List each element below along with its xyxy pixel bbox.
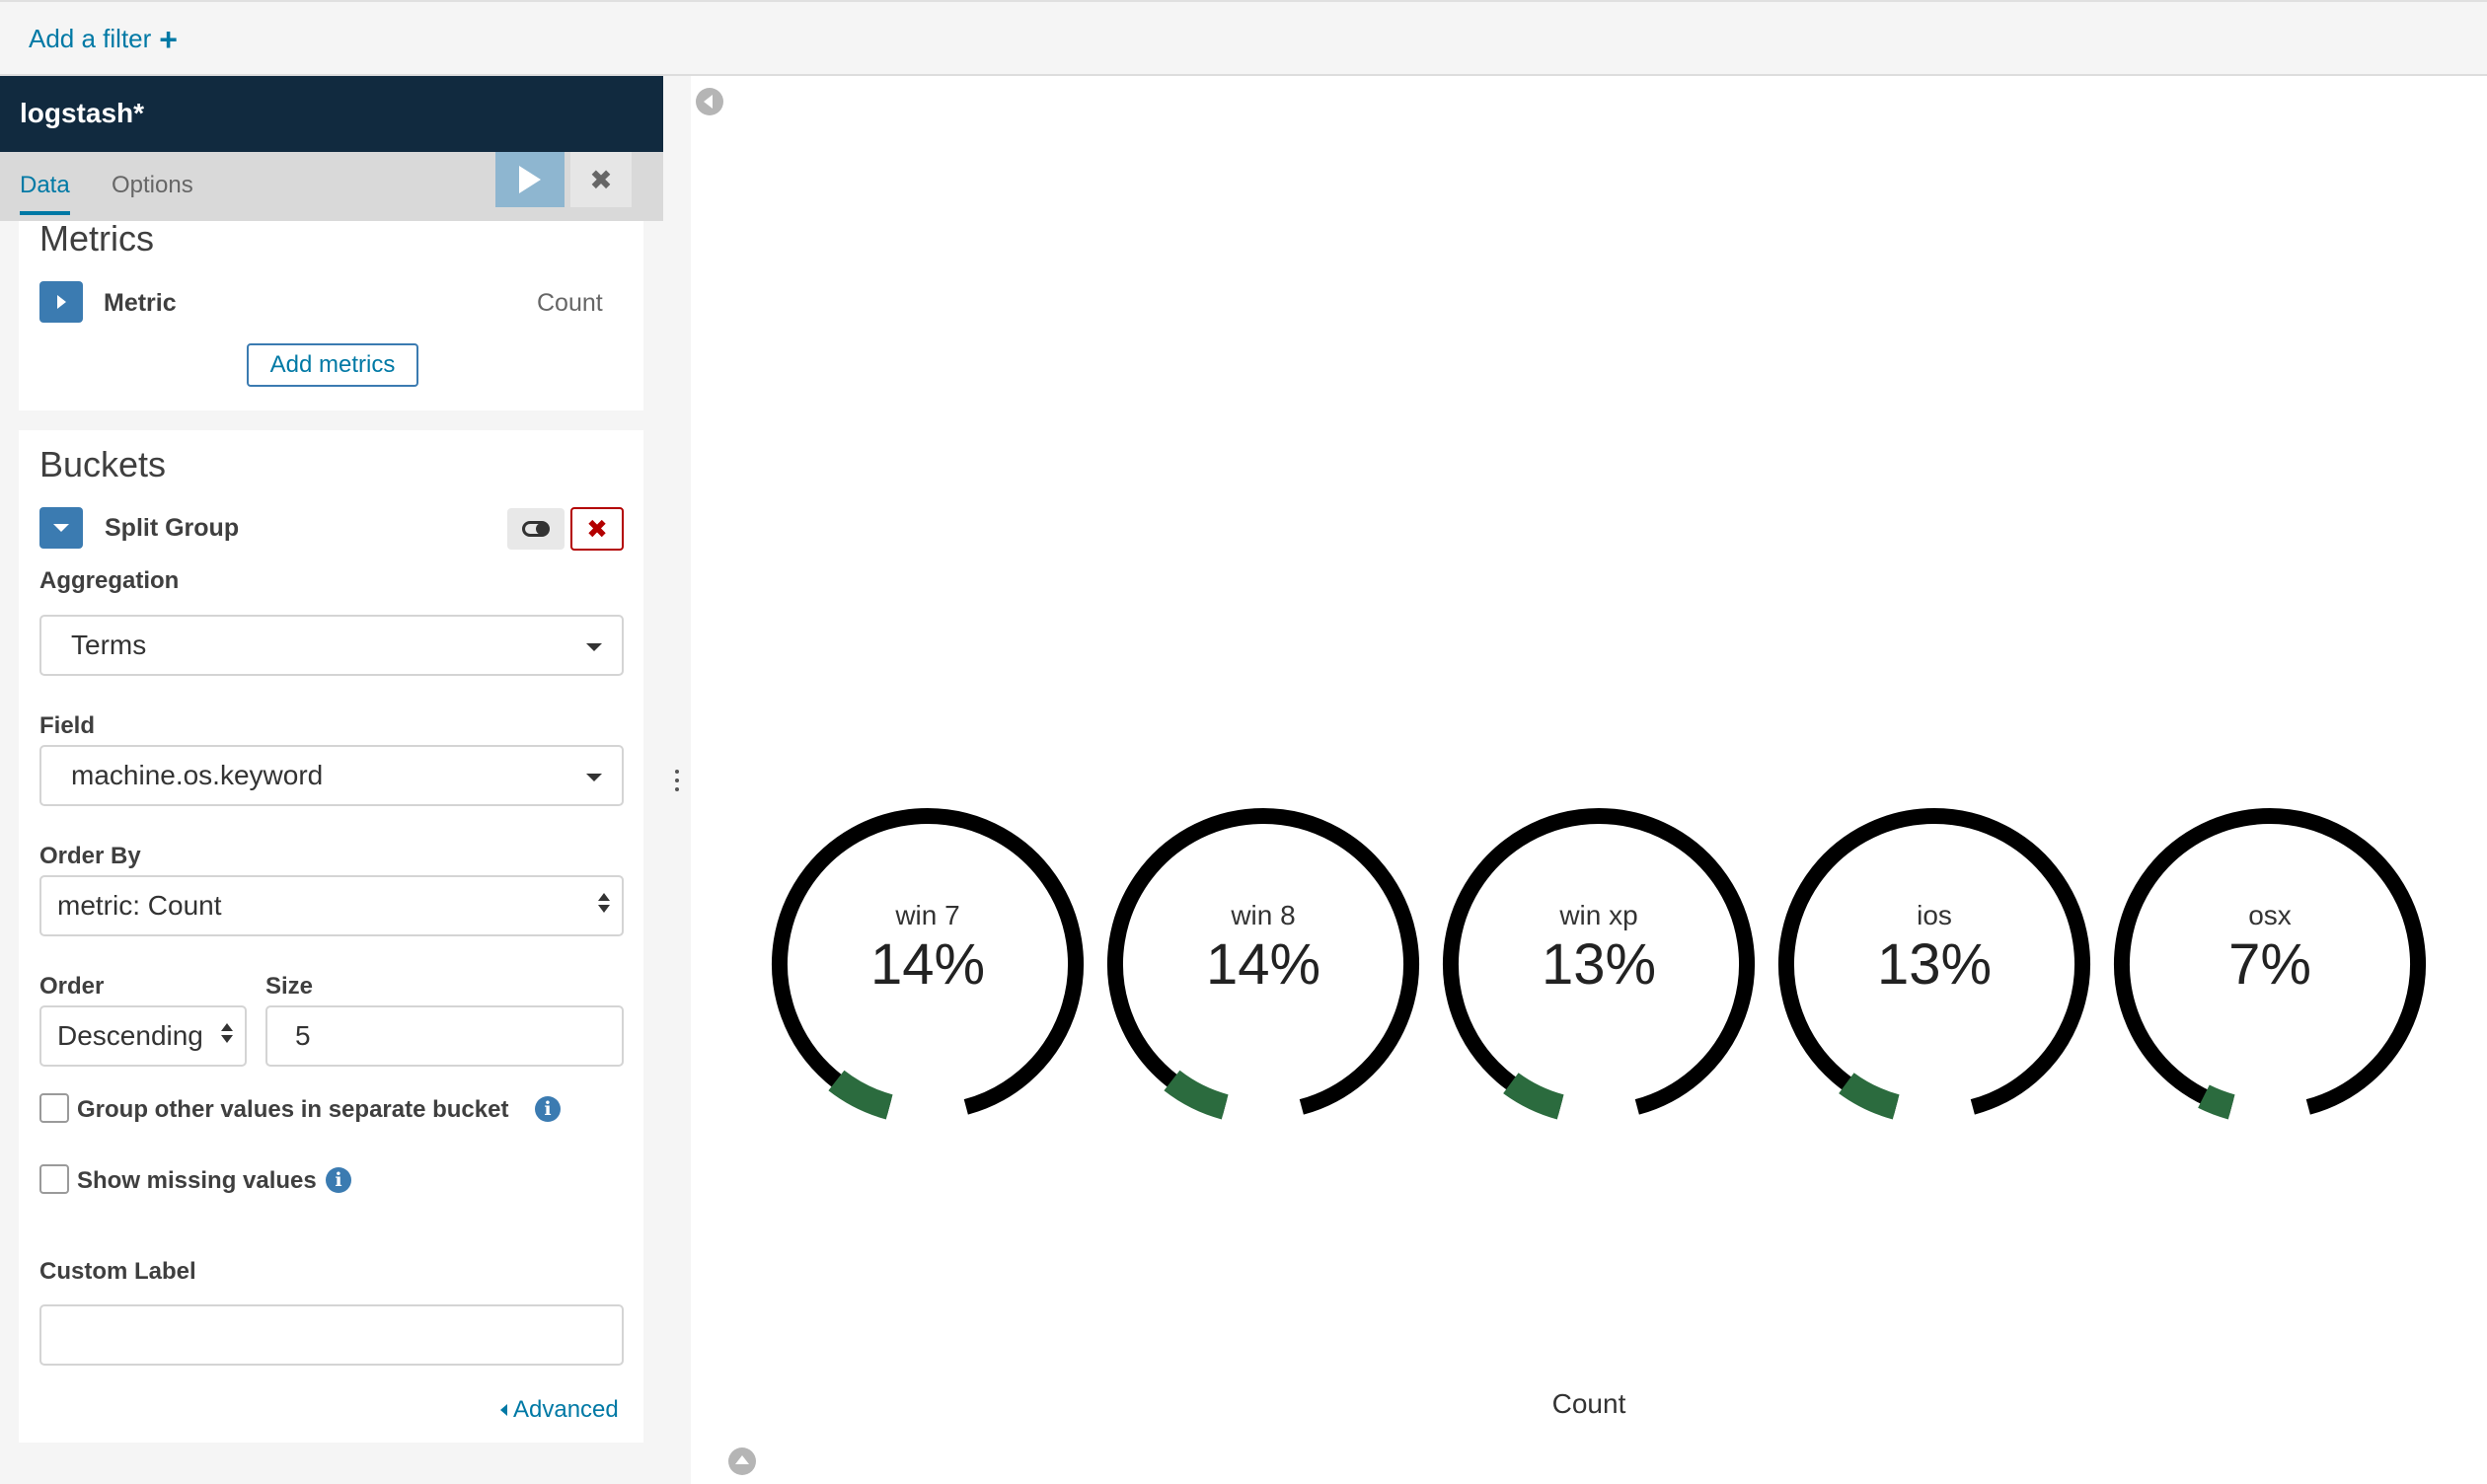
advanced-toggle-link[interactable]: Advanced (500, 1396, 619, 1424)
bucket-collapse-toggle[interactable] (39, 507, 83, 549)
gauge-metric-label: Count (1551, 1388, 1626, 1419)
close-icon: ✖ (586, 513, 608, 544)
buckets-panel: Buckets Split Group ✖ Aggregation Terms … (19, 430, 643, 1443)
gauge-fill (1164, 1070, 1229, 1120)
metrics-title: Metrics (39, 218, 154, 259)
bucket-agg-name: Split Group (105, 514, 240, 542)
order-by-label: Order By (39, 843, 141, 869)
show-missing-checkbox[interactable] (39, 1164, 69, 1194)
gauge-fill (1503, 1072, 1564, 1120)
metric-agg-description: Count (537, 289, 603, 317)
tab-data[interactable]: Data (20, 172, 70, 215)
gauge-3: ios13% (1778, 808, 2090, 1120)
gauge-value: 13% (1877, 932, 1992, 997)
add-metrics-button[interactable]: Add metrics (247, 343, 418, 387)
gauge-4: osx7% (2114, 808, 2426, 1120)
add-filter-link[interactable]: Add a filter + (29, 21, 178, 57)
gauge-fill (2198, 1084, 2235, 1120)
gauge-label: ios (1917, 900, 1952, 930)
gauge-value: 7% (2228, 932, 2311, 997)
metrics-panel: Metrics Metric Count Add metrics (19, 218, 643, 410)
field-label: Field (39, 712, 96, 739)
field-select[interactable]: machine.os.keyword (39, 745, 624, 806)
aggregation-select[interactable]: Terms (39, 615, 624, 676)
group-other-checkbox[interactable] (39, 1093, 69, 1123)
order-by-select[interactable]: metric: Count (39, 875, 624, 936)
aggregation-value: Terms (71, 630, 147, 660)
gauge-value: 14% (1206, 932, 1320, 997)
gauge-label: win 7 (894, 900, 959, 930)
custom-label-label: Custom Label (39, 1258, 196, 1285)
play-icon (519, 166, 541, 193)
caret-down-icon (586, 643, 602, 651)
metric-agg-name: Metric (104, 289, 177, 317)
remove-aggregation-button[interactable]: ✖ (570, 507, 624, 551)
filter-bar: Add a filter + (0, 0, 2487, 76)
order-value: Descending (57, 1020, 203, 1051)
chevron-down-icon (53, 524, 69, 532)
editor-sidebar: logstash* Data Options ✖ Metrics Metric … (0, 76, 663, 1484)
disable-aggregation-toggle[interactable] (507, 508, 565, 550)
visualization-area: win 7 14% win 8 14% win xp 13% ios 13% osx 7% Cou… (691, 76, 2487, 1484)
custom-label-input[interactable] (39, 1304, 624, 1366)
drag-handle-icon (675, 770, 679, 791)
toggle-icon (522, 521, 550, 537)
aggregation-label: Aggregation (39, 567, 180, 594)
gauge-value: 14% (870, 932, 985, 997)
gauge-fill (828, 1070, 893, 1120)
toggle-spy-panel-button[interactable] (728, 1447, 756, 1475)
gauge-fill (1839, 1072, 1900, 1120)
group-other-label: Group other values in separate bucket (77, 1096, 509, 1123)
index-pattern-title: logstash* (0, 76, 663, 152)
gauge-label: win xp (1558, 900, 1637, 930)
chevron-up-icon (735, 1455, 749, 1464)
sort-arrows-icon (221, 1023, 233, 1043)
advanced-link-label: Advanced (513, 1396, 619, 1423)
chevron-right-icon (56, 295, 66, 309)
add-filter-label: Add a filter (29, 24, 152, 53)
sort-arrows-icon (598, 893, 610, 913)
info-icon[interactable]: i (535, 1096, 561, 1122)
gauge-0: win 714% (772, 808, 1084, 1120)
field-value: machine.os.keyword (71, 760, 324, 790)
discard-changes-button[interactable]: ✖ (570, 152, 632, 207)
gauge-1: win 814% (1107, 808, 1419, 1120)
caret-down-icon (586, 774, 602, 781)
plus-icon: + (159, 21, 178, 57)
gauge-label: osx (2248, 900, 2292, 930)
metric-expand-toggle[interactable] (39, 281, 83, 323)
sidebar-resizer[interactable] (663, 76, 691, 1484)
size-input[interactable]: 5 (265, 1005, 624, 1067)
info-icon[interactable]: i (326, 1167, 351, 1193)
buckets-title: Buckets (39, 444, 167, 484)
order-by-value: metric: Count (57, 890, 222, 921)
order-label: Order (39, 973, 105, 1000)
tab-options[interactable]: Options (112, 172, 193, 211)
gauge-2: win xp13% (1443, 808, 1755, 1120)
size-label: Size (265, 973, 314, 1000)
gauge-value: 13% (1542, 932, 1656, 997)
show-missing-label: Show missing values (77, 1167, 317, 1194)
gauge-label: win 8 (1230, 900, 1295, 930)
caret-left-icon (500, 1404, 507, 1416)
apply-changes-button[interactable] (495, 152, 565, 207)
close-icon: ✖ (589, 164, 613, 195)
order-select[interactable]: Descending (39, 1005, 247, 1067)
gauge-chart: win 714%win 814%win xp13%ios13%osx7% (772, 808, 2426, 1120)
